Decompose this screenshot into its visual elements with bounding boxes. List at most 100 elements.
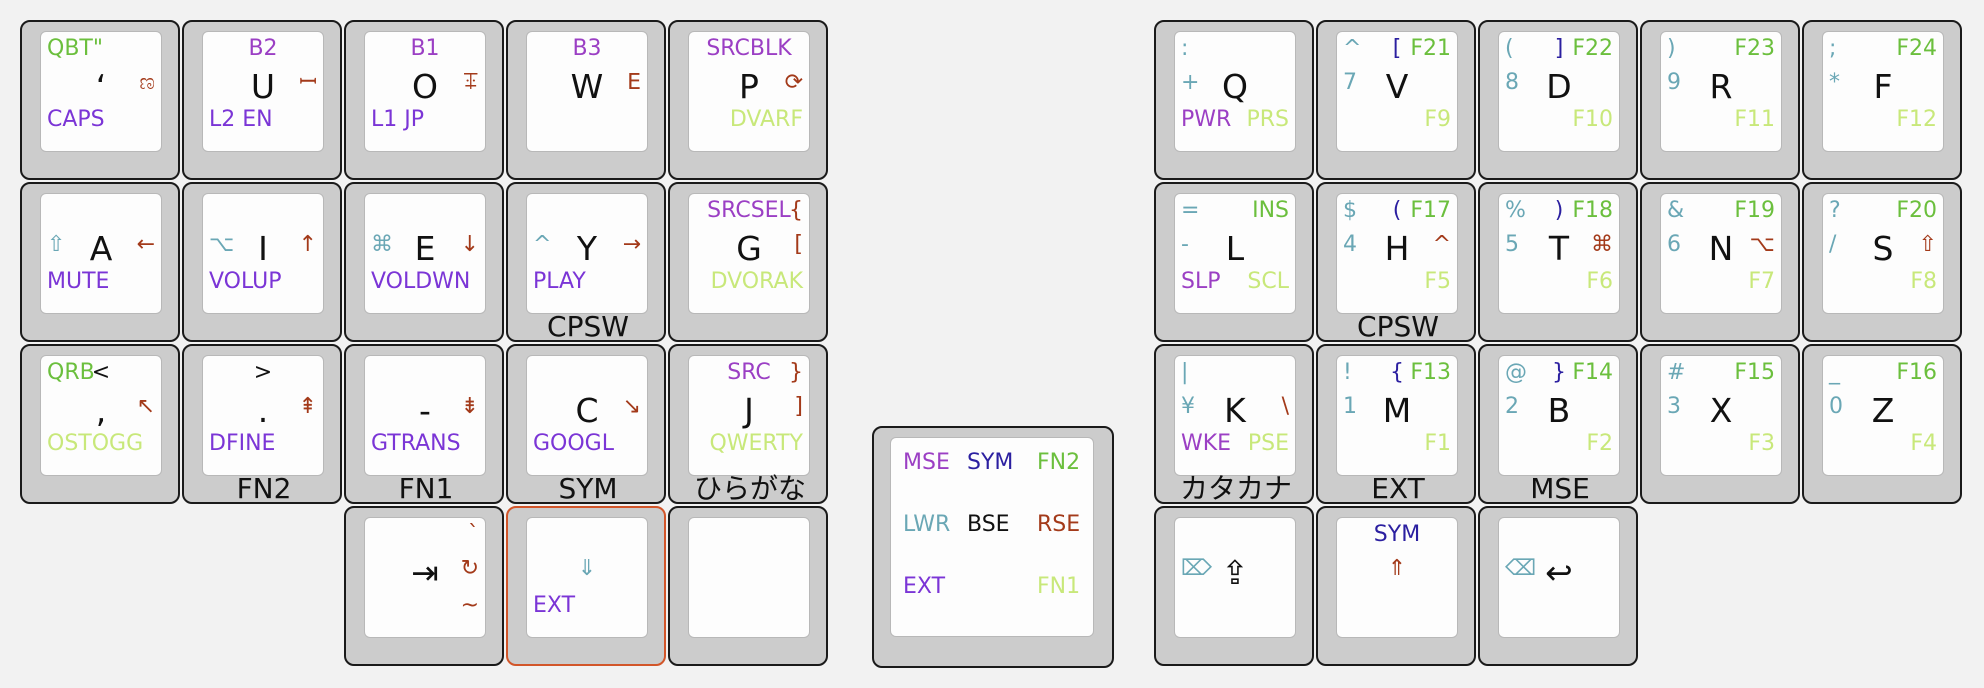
keycap: (] F22 8 D F10 — [1498, 31, 1620, 152]
keycap: ? F20/S ⇧ F8 — [1822, 193, 1944, 314]
key-legend: ⇑ — [1387, 556, 1407, 581]
key-legend: F6 — [1586, 269, 1613, 294]
key-main-legend: Z — [1871, 391, 1895, 430]
key-legend: ↑ — [298, 232, 317, 257]
key-legend: INS — [1252, 198, 1289, 223]
key-legend: ← — [136, 232, 155, 257]
key-main-legend: M — [1382, 391, 1412, 430]
key-legend: F18 — [1572, 198, 1613, 223]
key-legend: MUTE — [47, 269, 110, 294]
hold-label: SYM — [558, 474, 618, 504]
key-f: ; F24 * F F12 — [1802, 20, 1962, 180]
key-legend: ↖ — [136, 394, 155, 419]
key-legend: { — [789, 198, 803, 223]
hold-label: CPSW — [547, 312, 629, 342]
key-comma: QRB <, ↖ OSTOGG — [20, 344, 180, 504]
hold-label: EXT — [1371, 474, 1425, 504]
key-main-legend: V — [1385, 67, 1409, 106]
keycap: B2 U ꟷ L2 EN — [202, 31, 324, 152]
key-legend: F17 — [1410, 198, 1451, 223]
key-legend: ↻ — [460, 556, 479, 581]
key-y: ^ Y → PLAY CPSW — [506, 182, 666, 342]
key-legend: ⇓ — [577, 556, 597, 581]
key-qbt: QBT" ‘ಣ CAPS — [20, 20, 180, 180]
key-main-legend: ↩ — [1545, 553, 1573, 592]
key-main-legend: R — [1709, 67, 1733, 106]
key-legend: ⟳ — [784, 70, 803, 95]
key-legend: CAPS — [47, 107, 105, 132]
keycap: QRB <, ↖ OSTOGG — [40, 355, 162, 476]
key-k: | ¥ K \ WKE PSE カタカナ — [1154, 344, 1314, 504]
hold-label: MSE — [1530, 474, 1590, 504]
key-legend: VOLUP — [209, 269, 282, 294]
key-dot: >. ⇞ DFINE FN2 — [182, 344, 342, 504]
key-legend: F19 — [1734, 198, 1775, 223]
key-legend: ⴹ — [627, 70, 641, 95]
keycap: = INS - L SLP SCL — [1174, 193, 1296, 314]
key-q: : + Q PWR PRS — [1154, 20, 1314, 180]
key-t: %) F18 5 T ⌘ F6 — [1478, 182, 1638, 342]
key-legend: F12 — [1896, 107, 1937, 132]
key-legend: > — [253, 360, 273, 385]
keycap: SRC} J] QWERTY — [688, 355, 810, 476]
key-legend: \ — [1281, 394, 1289, 419]
key-main-legend: K — [1224, 391, 1246, 430]
key-legend: B1 — [410, 36, 440, 61]
key-o: B1 O ꔊ L1 JP — [344, 20, 504, 180]
key-legend: L1 JP — [371, 107, 425, 132]
key-legend: F15 — [1734, 360, 1775, 385]
key-legend: QWERTY — [709, 431, 803, 456]
key-legend: ⌥ — [1749, 232, 1775, 257]
key-b: @} F14 2 B F2 MSE — [1478, 344, 1638, 504]
key-legend: ~ — [460, 593, 479, 618]
key-legend: B2 — [248, 36, 278, 61]
key-p: SRCBLK P ⟳ DVARF — [668, 20, 828, 180]
key-legend: F9 — [1424, 107, 1451, 132]
key-g: SRCSEL{G[DVORAK — [668, 182, 828, 342]
key-legend: : — [1181, 36, 1189, 61]
key-main-legend: L — [1225, 229, 1245, 268]
keycap: %) F18 5 T ⌘ F6 — [1498, 193, 1620, 314]
key-c: C ↘ GOOGL SYM — [506, 344, 666, 504]
keycap — [688, 517, 810, 638]
keycap: ^ Y → PLAY — [526, 193, 648, 314]
layer-legend-label: FN1 — [1037, 574, 1081, 599]
key-legend: F24 — [1896, 36, 1937, 61]
key-shift-thumb: ⌦ ⇪ — [1154, 506, 1314, 666]
key-legend: F21 — [1410, 36, 1451, 61]
key-legend: ⇧ — [1918, 232, 1937, 257]
key-legend: PRS — [1246, 107, 1289, 132]
layer-legend-label: MSE — [903, 450, 950, 475]
key-v: ^[F21 7 V F9 — [1316, 20, 1476, 180]
keycap: ; F24 * F F12 — [1822, 31, 1944, 152]
keycap: ⇓ EXT — [526, 517, 648, 638]
key-legend: | — [1181, 360, 1189, 385]
key-legend: F13 — [1410, 360, 1451, 385]
key-legend: OSTOGG — [47, 431, 144, 456]
layer-legend-label: SYM — [967, 450, 1014, 475]
key-l: = INS - L SLP SCL — [1154, 182, 1314, 342]
layer-legend-label: LWR — [903, 512, 951, 537]
key-main-legend: B — [1547, 391, 1571, 430]
key-legend: SLP — [1181, 269, 1221, 294]
key-legend: DVARF — [729, 107, 803, 132]
hold-label: CPSW — [1357, 312, 1439, 342]
key-legend: ಣ — [139, 70, 155, 95]
keycap: # F15 3 X F3 — [1660, 355, 1782, 476]
key-legend: SRCBLK — [706, 36, 792, 61]
keycap: : + Q PWR PRS — [1174, 31, 1296, 152]
key-legend: < — [91, 360, 111, 385]
key-legend: ? — [1829, 198, 1841, 223]
key-w: B3 W ⴹ — [506, 20, 666, 180]
keycap: SRCSEL{G[DVORAK — [688, 193, 810, 314]
key-legend: F3 — [1748, 431, 1775, 456]
key-legend: F4 — [1910, 431, 1937, 456]
key-legend: ⌘ — [1591, 232, 1613, 257]
keyboard-layout: MSE SYM FN2 LWR BSE RSE EXT FN1 QBT" ‘ಣ CAPS B2 U ꟷ L… — [0, 0, 1984, 688]
key-legend: ꟷ — [299, 70, 317, 95]
key-legend: B3 — [572, 36, 602, 61]
key-s: ? F20/S ⇧ F8 — [1802, 182, 1962, 342]
key-legend: SCL — [1247, 269, 1289, 294]
key-d: (] F22 8 D F10 — [1478, 20, 1638, 180]
key-legend: ꔊ — [462, 70, 479, 95]
